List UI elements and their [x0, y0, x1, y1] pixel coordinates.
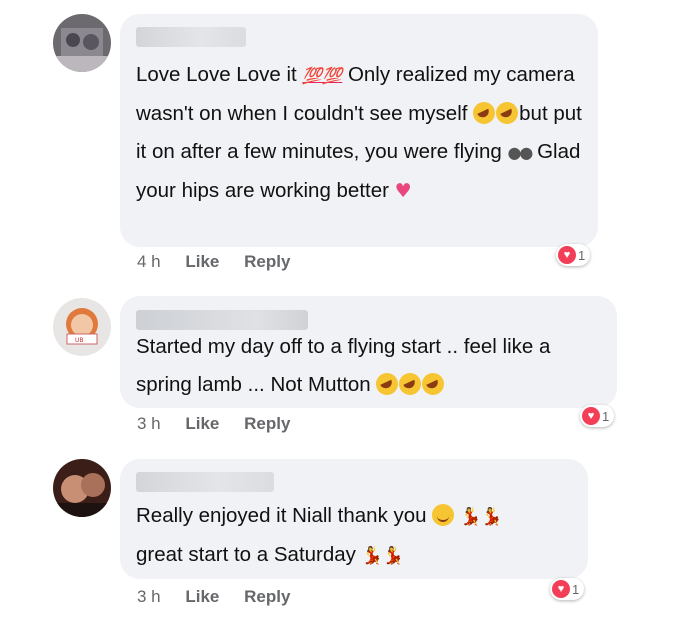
- like-button[interactable]: Like: [185, 587, 219, 606]
- dancer-emoji-icon: 💃💃: [361, 546, 404, 566]
- comment-bubble: Love Love Love it 💯💯 Only realized my ca…: [120, 14, 598, 247]
- heart-icon: ♥: [552, 580, 570, 598]
- like-button[interactable]: Like: [185, 252, 219, 271]
- reaction-count-value: 1: [572, 581, 580, 597]
- rofl-emoji-icon: [376, 366, 445, 404]
- reaction-count-value: 1: [602, 408, 610, 424]
- comment-actions: 3 h Like Reply: [137, 587, 310, 607]
- reaction-count[interactable]: ♥ 1: [580, 405, 615, 427]
- comment-actions: 3 h Like Reply: [137, 414, 310, 434]
- comment-bubble: Really enjoyed it Niall thank you 💃💃 gre…: [120, 459, 588, 579]
- comment-bubble: Started my day off to a flying start .. …: [120, 296, 617, 408]
- comment-text-part: great start to a Saturday: [136, 543, 362, 566]
- avatar-photo: UB: [53, 298, 111, 356]
- comment-text-part: Love Love Love it: [136, 63, 303, 86]
- reaction-count[interactable]: ♥ 1: [550, 578, 585, 600]
- reaction-count-value: 1: [578, 247, 586, 263]
- author-name-redacted[interactable]: [136, 472, 274, 492]
- comment-text-part: Started my day off to a flying start .. …: [136, 335, 551, 396]
- heart-icon: ♥: [558, 246, 576, 264]
- like-button[interactable]: Like: [185, 414, 219, 433]
- comment-text: Really enjoyed it Niall thank you 💃💃 gre…: [136, 497, 576, 575]
- avatar[interactable]: [53, 14, 111, 72]
- comment-text: Love Love Love it 💯💯 Only realized my ca…: [136, 56, 586, 210]
- reply-button[interactable]: Reply: [244, 587, 290, 606]
- smiling-face-emoji-icon: [432, 497, 455, 535]
- rofl-emoji-icon: [473, 95, 519, 133]
- avatar[interactable]: [53, 459, 111, 517]
- comment-text-part: Really enjoyed it Niall thank you: [136, 504, 433, 527]
- dancer-emoji-icon: 💃💃: [459, 507, 503, 527]
- sparkling-heart-emoji-icon: ♥: [394, 180, 412, 202]
- eyes-emoji-icon: ●●: [507, 143, 533, 162]
- heart-icon: ♥: [582, 407, 600, 425]
- avatar[interactable]: UB: [53, 298, 111, 356]
- hundred-points-emoji-icon: 💯💯: [302, 66, 343, 85]
- avatar-photo: [53, 14, 111, 72]
- comment-timestamp[interactable]: 4 h: [137, 252, 161, 271]
- author-name-redacted[interactable]: [136, 310, 308, 330]
- svg-text:UB: UB: [75, 337, 84, 344]
- comment-actions: 4 h Like Reply: [137, 252, 310, 272]
- reply-button[interactable]: Reply: [244, 252, 290, 271]
- comment-timestamp[interactable]: 3 h: [137, 587, 161, 606]
- comment-text: Started my day off to a flying start .. …: [136, 328, 606, 404]
- comment-timestamp[interactable]: 3 h: [137, 414, 161, 433]
- author-name-redacted[interactable]: [136, 27, 246, 47]
- avatar-photo: [53, 459, 111, 517]
- reply-button[interactable]: Reply: [244, 414, 290, 433]
- reaction-count[interactable]: ♥ 1: [556, 244, 591, 266]
